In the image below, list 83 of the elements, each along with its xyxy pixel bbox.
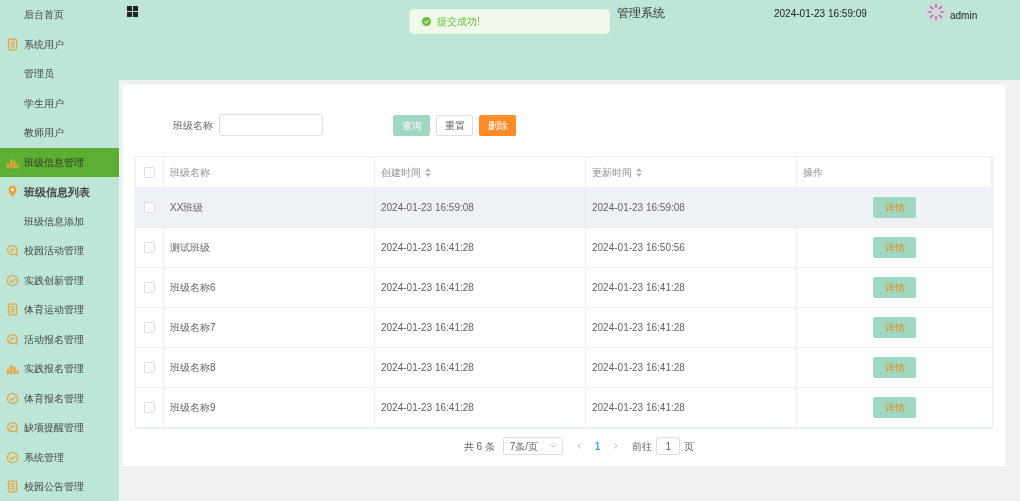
avatar-icon[interactable] [926, 2, 946, 22]
search-field[interactable] [219, 114, 323, 136]
field-label: 班级名称 [173, 118, 214, 133]
table-row[interactable]: XX班级 2024-01-23 16:59:08 2024-01-23 16:59:08 详情 [136, 188, 992, 228]
table-cell-text: 班级名称9 [170, 401, 216, 415]
document-icon [6, 303, 19, 317]
chat-bubble-icon [6, 332, 19, 346]
table-cell-text: 2024-01-23 16:41:28 [381, 401, 474, 415]
sidebar-item[interactable]: 校园活动管理 [0, 236, 119, 266]
column-header: 班级名称 [170, 165, 210, 180]
sort-icon[interactable] [425, 167, 431, 177]
checkbox[interactable] [144, 322, 155, 333]
checkbox[interactable] [144, 402, 155, 413]
table-cell-text: 2024-01-23 16:41:28 [381, 321, 474, 335]
sidebar-item[interactable]: 班级信息列表 [0, 177, 119, 207]
table-row[interactable]: 班级名称9 2024-01-23 16:41:28 2024-01-23 16:41:28 详情 [136, 388, 992, 428]
table-cell-text: 班级名称6 [170, 281, 216, 295]
table-cell-text: 2024-01-23 16:50:56 [592, 241, 685, 255]
table-cell-text: 2024-01-23 16:41:28 [592, 401, 685, 415]
check-circle-icon [422, 17, 431, 26]
sidebar-item[interactable]: 管理员 [0, 59, 119, 89]
column-header: 操作 [803, 165, 823, 180]
sidebar-item[interactable]: 班级信息添加 [0, 206, 119, 236]
chevron-left-icon[interactable] [576, 443, 581, 449]
table-cell-text: 2024-01-23 16:41:28 [381, 281, 474, 295]
sidebar-item[interactable]: 缺项提醒管理 [0, 413, 119, 443]
document-icon [6, 37, 19, 51]
check-circle-icon [6, 391, 19, 405]
table-row[interactable]: 测试班级 2024-01-23 16:41:28 2024-01-23 16:50:56 详情 [136, 228, 992, 268]
table-cell-text: 2024-01-23 16:59:08 [381, 201, 474, 215]
sidebar-item[interactable]: 体育报名管理 [0, 383, 119, 413]
sidebar-item[interactable]: 校园公告管理 [0, 472, 119, 501]
checkbox[interactable] [144, 242, 155, 253]
sidebar-item[interactable]: 系统用户 [0, 29, 119, 59]
goto-label: 前往 [632, 439, 653, 454]
checkbox[interactable] [144, 282, 155, 293]
check-circle-icon [6, 450, 19, 464]
chevron-right-icon[interactable] [614, 443, 619, 449]
username[interactable]: admin [950, 8, 978, 23]
column-header: 创建时间 [381, 165, 421, 180]
table-cell-text: 2024-01-23 16:41:28 [592, 361, 685, 375]
table-cell-text: 2024-01-23 16:41:28 [592, 321, 685, 335]
total-count: 共 6 条 [463, 439, 495, 454]
chat-bubble-icon [6, 421, 19, 435]
sidebar-item[interactable]: 班级信息管理 [0, 147, 119, 177]
column-header: 更新时间 [592, 165, 632, 180]
table-cell-text: 2024-01-23 16:41:28 [381, 361, 474, 375]
sidebar-item[interactable]: 后台首页 [0, 0, 119, 30]
location-pin-icon [6, 185, 19, 199]
table-cell-text: 2024-01-23 16:41:28 [592, 281, 685, 295]
menu-grid-icon[interactable] [127, 6, 138, 17]
sidebar-item[interactable]: 系统管理 [0, 442, 119, 472]
table-row[interactable]: 班级名称7 2024-01-23 16:41:28 2024-01-23 16:41:28 详情 [136, 308, 992, 348]
table-cell-text: 班级名称8 [170, 361, 216, 375]
sidebar-item[interactable]: 实践创新管理 [0, 265, 119, 295]
page-input[interactable]: 1 [656, 437, 681, 455]
checkbox[interactable] [144, 166, 155, 178]
toast-text: 提交成功! [437, 15, 480, 29]
bar-chart-icon [6, 362, 19, 376]
chevron-down-icon [549, 444, 556, 448]
table-cell-text: 2024-01-23 16:59:08 [592, 201, 685, 215]
document-icon [6, 480, 19, 494]
datetime: 2024-01-23 16:59:09 [774, 7, 867, 21]
sort-icon[interactable] [636, 167, 642, 177]
table-cell-text: XX班级 [170, 201, 204, 215]
table-cell-text: 班级名称7 [170, 321, 216, 335]
sidebar-item[interactable]: 教师用户 [0, 118, 119, 148]
sidebar-item[interactable]: 活动报名管理 [0, 324, 119, 354]
window-title: 管理系统 [617, 5, 665, 22]
chat-bubble-icon [6, 244, 19, 258]
checkbox[interactable] [144, 202, 155, 213]
check-circle-icon [6, 273, 19, 287]
table-row[interactable]: 班级名称8 2024-01-23 16:41:28 2024-01-23 16:41:28 详情 [136, 348, 992, 388]
page-suffix: 页 [684, 439, 695, 454]
table-row[interactable]: 班级名称6 2024-01-23 16:41:28 2024-01-23 16:41:28 详情 [136, 268, 992, 308]
sidebar-item[interactable]: 学生用户 [0, 88, 119, 118]
checkbox[interactable] [144, 362, 155, 373]
reset-button[interactable]: 重置 [436, 114, 473, 136]
page-size-select[interactable]: 7条/页 [502, 437, 563, 455]
table-cell-text: 2024-01-23 16:41:28 [381, 241, 474, 255]
sidebar-item[interactable]: 实践报名管理 [0, 354, 119, 384]
table-cell-text: 测试班级 [170, 241, 210, 255]
sidebar-item[interactable]: 体育运动管理 [0, 295, 119, 325]
